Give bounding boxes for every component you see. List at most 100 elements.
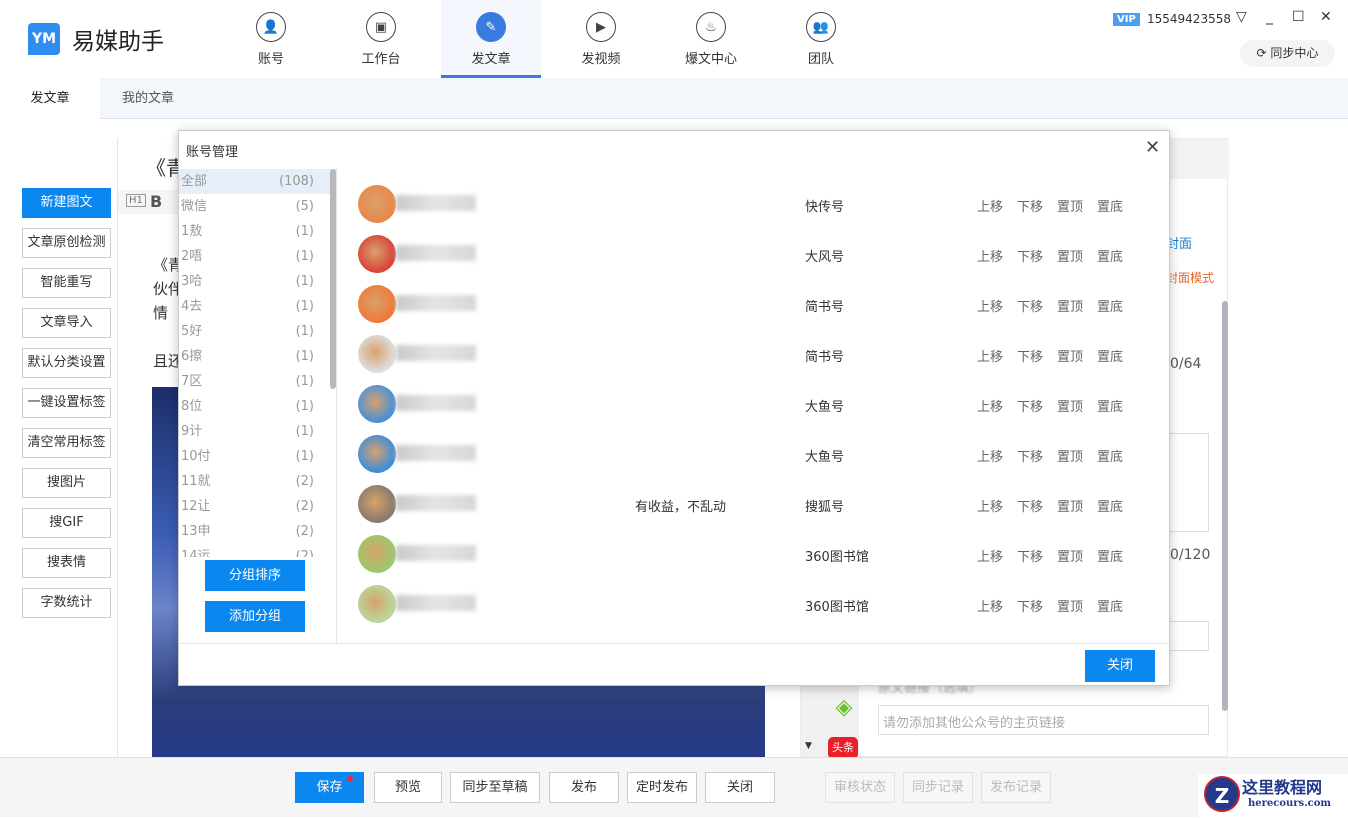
group-item[interactable]: 1敖 (1)	[179, 219, 336, 244]
move-down-link[interactable]: 下移	[1017, 546, 1043, 565]
group-item[interactable]: 全部 (108)	[179, 169, 336, 194]
nav-account[interactable]: 👤 账号	[221, 0, 321, 78]
move-up-link[interactable]: 上移	[977, 496, 1003, 515]
pin-bottom-link[interactable]: 置底	[1097, 546, 1123, 565]
group-item[interactable]: 8位 (1)	[179, 394, 336, 419]
tool-button[interactable]: 文章原创检测	[22, 228, 111, 258]
pin-top-link[interactable]: 置顶	[1057, 246, 1083, 265]
pin-bottom-link[interactable]: 置底	[1097, 596, 1123, 615]
pin-bottom-link[interactable]: 置底	[1097, 296, 1123, 315]
group-item[interactable]: 5好 (1)	[179, 319, 336, 344]
group-item[interactable]: 微信 (5)	[179, 194, 336, 219]
group-item[interactable]: 13申 (2)	[179, 519, 336, 544]
move-down-link[interactable]: 下移	[1017, 446, 1043, 465]
dialog-close-button[interactable]: 关闭	[1085, 650, 1155, 682]
tab-my-articles[interactable]: 我的文章	[100, 78, 196, 119]
move-down-link[interactable]: 下移	[1017, 296, 1043, 315]
tool-button[interactable]: 搜GIF	[22, 508, 111, 538]
nav-team[interactable]: 👥 团队	[771, 0, 871, 78]
original-link-input[interactable]: 请勿添加其他公众号的主页链接	[878, 705, 1209, 735]
schedule-publish-button[interactable]: 定时发布	[627, 772, 697, 803]
pin-top-link[interactable]: 置顶	[1057, 596, 1083, 615]
tool-button[interactable]: 搜表情	[22, 548, 111, 578]
move-up-link[interactable]: 上移	[977, 446, 1003, 465]
move-down-link[interactable]: 下移	[1017, 496, 1043, 515]
pin-top-link[interactable]: 置顶	[1057, 296, 1083, 315]
group-item[interactable]: 4去 (1)	[179, 294, 336, 319]
tool-button[interactable]: 清空常用标签	[22, 428, 111, 458]
group-item[interactable]: 7区 (1)	[179, 369, 336, 394]
group-item[interactable]: 6擦 (1)	[179, 344, 336, 369]
pin-bottom-link[interactable]: 置底	[1097, 196, 1123, 215]
nav-publish-video[interactable]: ▶ 发视频	[551, 0, 651, 78]
move-up-link[interactable]: 上移	[977, 596, 1003, 615]
group-item[interactable]: 2唔 (1)	[179, 244, 336, 269]
scroll-down-icon[interactable]: ▼	[805, 741, 812, 751]
minimize-icon[interactable]: _	[1266, 9, 1273, 25]
sync-log-button[interactable]: 同步记录	[903, 772, 973, 803]
pin-top-link[interactable]: 置顶	[1057, 196, 1083, 215]
pin-top-link[interactable]: 置顶	[1057, 496, 1083, 515]
group-item[interactable]: 9计 (1)	[179, 419, 336, 444]
publish-button[interactable]: 发布	[549, 772, 619, 803]
sync-draft-button[interactable]: 同步至草稿	[450, 772, 540, 803]
move-down-link[interactable]: 下移	[1017, 246, 1043, 265]
pin-bottom-link[interactable]: 置底	[1097, 396, 1123, 415]
move-up-link[interactable]: 上移	[977, 296, 1003, 315]
close-button[interactable]: 关闭	[705, 772, 775, 803]
add-group-button[interactable]: 添加分组	[205, 601, 305, 632]
eye-platform-icon[interactable]: ◈	[827, 695, 861, 729]
maximize-icon[interactable]: ☐	[1292, 9, 1305, 25]
toutiao-icon[interactable]: 头条	[828, 737, 858, 759]
move-up-link[interactable]: 上移	[977, 346, 1003, 365]
tool-button[interactable]: 一键设置标签	[22, 388, 111, 418]
pin-bottom-link[interactable]: 置底	[1097, 446, 1123, 465]
group-item[interactable]: 3哈 (1)	[179, 269, 336, 294]
group-item[interactable]: 10付 (1)	[179, 444, 336, 469]
tool-button[interactable]: 智能重写	[22, 268, 111, 298]
save-button[interactable]: 保存	[295, 772, 364, 803]
nav-workbench[interactable]: ▣ 工作台	[331, 0, 431, 78]
account-avatar	[358, 585, 396, 623]
tool-button[interactable]: 搜图片	[22, 468, 111, 498]
sync-center-button[interactable]: ⟳ 同步中心	[1240, 40, 1335, 67]
tool-button[interactable]: 新建图文	[22, 188, 111, 218]
tab-publish-article[interactable]: 发文章	[0, 78, 100, 119]
panel-scrollbar[interactable]	[1222, 301, 1228, 711]
review-status-button[interactable]: 审核状态	[825, 772, 895, 803]
nav-publish-article[interactable]: ✎ 发文章	[441, 0, 541, 78]
pin-top-link[interactable]: 置顶	[1057, 446, 1083, 465]
bold-button[interactable]: B	[150, 192, 162, 211]
cover-mode-link[interactable]: 封面模式	[1166, 269, 1214, 286]
tool-button[interactable]: 默认分类设置	[22, 348, 111, 378]
heading-button[interactable]: H1	[126, 194, 146, 207]
move-up-link[interactable]: 上移	[977, 546, 1003, 565]
dropdown-icon[interactable]: ▽	[1236, 9, 1247, 25]
close-icon[interactable]: ✕	[1145, 137, 1160, 158]
move-up-link[interactable]: 上移	[977, 246, 1003, 265]
move-down-link[interactable]: 下移	[1017, 346, 1043, 365]
account-row: 简书号 上移 下移 置顶 置底	[358, 281, 1138, 331]
pin-top-link[interactable]: 置顶	[1057, 546, 1083, 565]
move-down-link[interactable]: 下移	[1017, 396, 1043, 415]
group-item[interactable]: 14运 (2)	[179, 544, 336, 557]
move-up-link[interactable]: 上移	[977, 196, 1003, 215]
tool-button[interactable]: 字数统计	[22, 588, 111, 618]
tool-button[interactable]: 文章导入	[22, 308, 111, 338]
nav-trending[interactable]: ♨ 爆文中心	[661, 0, 761, 78]
move-down-link[interactable]: 下移	[1017, 196, 1043, 215]
pin-top-link[interactable]: 置顶	[1057, 396, 1083, 415]
close-window-icon[interactable]: ✕	[1320, 9, 1332, 25]
move-down-link[interactable]: 下移	[1017, 596, 1043, 615]
group-item[interactable]: 12让 (2)	[179, 494, 336, 519]
group-item[interactable]: 11就 (2)	[179, 469, 336, 494]
pin-top-link[interactable]: 置顶	[1057, 346, 1083, 365]
move-up-link[interactable]: 上移	[977, 396, 1003, 415]
pin-bottom-link[interactable]: 置底	[1097, 346, 1123, 365]
preview-button[interactable]: 预览	[374, 772, 442, 803]
pin-bottom-link[interactable]: 置底	[1097, 496, 1123, 515]
pin-bottom-link[interactable]: 置底	[1097, 246, 1123, 265]
publish-log-button[interactable]: 发布记录	[981, 772, 1051, 803]
group-sort-button[interactable]: 分组排序	[205, 560, 305, 591]
user-phone[interactable]: 15549423558	[1147, 12, 1231, 26]
